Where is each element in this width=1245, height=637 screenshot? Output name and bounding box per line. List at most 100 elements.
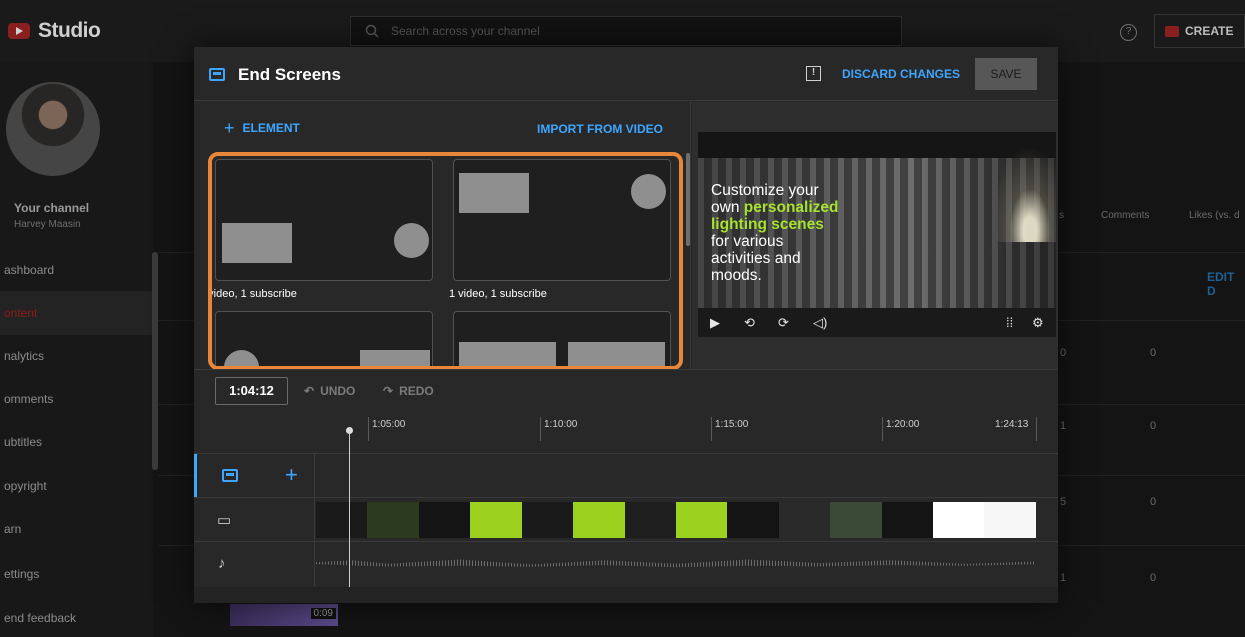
caption-line: for various [711,233,784,250]
film-frame [675,502,728,538]
end-screen-track-icon [222,469,238,482]
youtube-play-icon [8,23,30,39]
timecode-input[interactable]: 1:04:12 [215,377,288,405]
film-frame [316,502,368,538]
feedback-icon[interactable]: ! [806,66,821,81]
templates-scrollbar[interactable] [686,153,690,246]
tick-label: 1:10:00 [544,419,578,430]
video-lamp [998,132,1056,242]
sidebar-item-comments[interactable]: omments [0,377,153,421]
film-frame [573,502,625,538]
track-header: ♪ [194,542,315,586]
template-card[interactable] [215,311,433,366]
tick-label: 1:05:00 [372,419,406,430]
channel-name: Harvey Maasin [14,219,81,230]
sidebar-scrollbar[interactable] [152,252,158,470]
play-icon[interactable]: ▶ [710,315,720,331]
end-screens-dialog: End Screens ! DISCARD CHANGES SAVE + ELE… [194,47,1058,603]
sidebar-item-analytics[interactable]: nalytics [0,334,153,378]
sidebar-item-send-feedback[interactable]: end feedback [0,596,153,637]
settings-gear-icon[interactable]: ⚙ [1032,315,1044,331]
forward-10-icon[interactable]: ⟳ [778,315,789,331]
template-label: 1 video, 1 subscribe [449,288,547,300]
video-caption: Customize your own personalized lighting… [711,182,839,284]
timeline-ruler[interactable]: 1:05:00 1:10:00 1:15:00 1:20:00 1:24:13 [194,409,1058,453]
playhead[interactable] [349,427,350,601]
table-header-views: s [1059,210,1064,221]
template-card[interactable] [453,159,671,281]
table-header-comments: Comments [1101,210,1150,221]
tick-line [368,417,369,441]
help-icon[interactable]: ? [1120,24,1137,41]
sidebar-item-subtitles[interactable]: ubtitles [0,420,153,464]
tick-line [711,417,712,441]
caption-line: moods. [711,267,762,284]
volume-icon[interactable]: ◁) [813,315,827,331]
caption-line: own personalized [711,199,839,216]
create-label: CREATE [1185,24,1234,38]
undo-button[interactable]: ↶ UNDO [304,384,355,398]
create-camera-icon [1165,25,1179,37]
template-card[interactable] [453,311,671,366]
template-video-placeholder [222,223,292,263]
video-preview[interactable]: Customize your own personalized lighting… [698,132,1056,337]
element-templates-pane: + ELEMENT IMPORT FROM VIDEO 1 video, 1 s… [194,102,691,370]
audio-waveform [316,559,1036,568]
film-frame [624,502,676,538]
tick-label: 1:15:00 [715,419,749,430]
logo-text: Studio [38,19,101,42]
film-frame [521,502,574,538]
dialog-title: End Screens [238,65,341,84]
save-button[interactable]: SAVE [975,58,1037,90]
discard-changes-button[interactable]: DISCARD CHANGES [842,67,960,81]
sidebar-item-earn[interactable]: arn [0,507,153,551]
grid-icon[interactable]: ⁞⁞ [1006,315,1013,330]
undo-icon: ↶ [304,384,315,398]
template-subscribe-placeholder [224,350,259,366]
film-frame [418,502,471,538]
tick-label: 1:24:13 [995,419,1029,430]
video-thumbnail[interactable]: 0:09 [230,604,338,626]
add-element-button[interactable]: + ELEMENT [224,119,300,137]
dialog-footer [194,587,1058,603]
template-video-placeholder [568,342,665,366]
video-track[interactable]: ▭ [194,497,1058,542]
template-label: 1 video, 1 subscribe [208,288,297,300]
edit-draft-link[interactable]: EDIT D [1207,270,1245,298]
template-card[interactable] [215,159,433,281]
film-frame [727,502,779,538]
search-input[interactable]: Search across your channel [350,16,902,46]
film-frame [367,502,419,538]
create-button[interactable]: CREATE [1154,14,1245,48]
thumbnail-duration: 0:09 [310,608,336,619]
sidebar-item-settings[interactable]: ettings [0,552,153,596]
table-cell: 0 [1150,420,1157,432]
studio-logo[interactable]: Studio [8,19,101,43]
film-frame [778,502,831,538]
sidebar-item-content[interactable]: ontent [0,291,153,335]
table-cell: 0 [1150,572,1157,584]
dialog-header: End Screens ! DISCARD CHANGES SAVE [194,47,1058,101]
end-screen-icon [209,68,225,81]
video-filmstrip[interactable] [316,502,1036,538]
import-from-video-button[interactable]: IMPORT FROM VIDEO [537,122,663,136]
redo-label: REDO [399,384,434,398]
sidebar-item-copyright[interactable]: opyright [0,464,153,508]
rewind-10-icon[interactable]: ⟲ [744,315,755,331]
add-element-label: ELEMENT [242,121,300,135]
undo-label: UNDO [320,384,356,398]
film-frame [984,502,1036,538]
template-subscribe-placeholder [631,174,666,209]
redo-button[interactable]: ↷ REDO [383,384,434,398]
end-screen-track[interactable]: + [194,453,1058,498]
redo-icon: ↷ [383,384,394,398]
sidebar-item-dashboard[interactable]: ashboard [0,248,153,292]
channel-avatar[interactable] [6,82,100,176]
audio-track[interactable]: ♪ [194,541,1058,586]
add-end-screen-icon[interactable]: + [285,462,298,488]
table-cell: 0 [1150,496,1157,508]
film-frame [470,502,522,538]
caption-highlight: personalized [743,199,839,216]
music-note-icon: ♪ [218,555,226,572]
film-frame [881,502,934,538]
